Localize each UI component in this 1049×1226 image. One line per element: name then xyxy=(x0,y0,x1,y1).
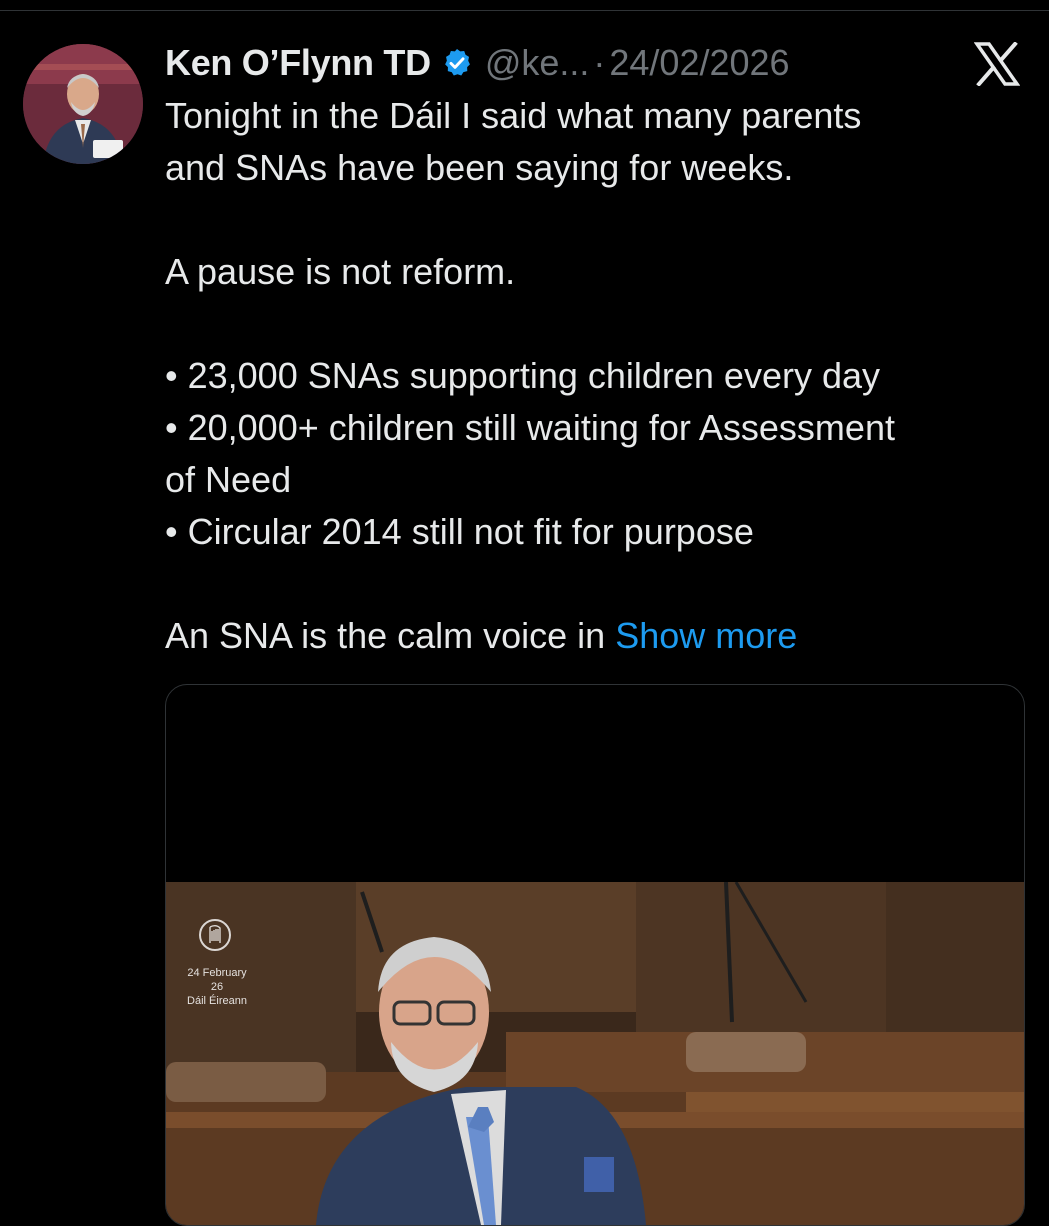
tweet-text-line: and SNAs have been saying for weeks. xyxy=(165,147,794,188)
tweet-body: Tonight in the Dáil I said what many par… xyxy=(165,90,1025,662)
top-divider xyxy=(0,10,1049,11)
video-overlay-source: Dáil Éireann xyxy=(187,995,247,1007)
tweet-text-line: A pause is not reform. xyxy=(165,251,516,292)
author-name[interactable]: Ken O’Flynn TD xyxy=(165,42,431,84)
video-thumbnail[interactable]: 24 February 26 Dáil Éireann xyxy=(166,882,1024,1225)
author-handle[interactable]: @ke... xyxy=(485,42,590,84)
video-overlay-caption: 24 February 26 Dáil Éireann xyxy=(182,966,252,1008)
tweet-header: Ken O’Flynn TD @ke... · 24/02/2026 xyxy=(165,38,790,88)
bullet-item: • 23,000 SNAs supporting children every … xyxy=(165,355,881,396)
media-card[interactable]: 24 February 26 Dáil Éireann xyxy=(165,684,1025,1226)
x-logo-icon xyxy=(974,42,1020,86)
bullet-item: • 20,000+ children still waiting for Ass… xyxy=(165,407,895,448)
tweet-text-line: An SNA is the calm voice in Show more xyxy=(165,610,1025,662)
author-avatar[interactable] xyxy=(23,44,143,164)
harp-emblem-icon xyxy=(199,919,231,951)
video-frame-image xyxy=(166,882,1024,1225)
bullet-item-continuation: of Need xyxy=(165,459,292,500)
tweet-text-line: Tonight in the Dáil I said what many par… xyxy=(165,95,862,136)
truncated-text: An SNA is the calm voice in xyxy=(165,615,616,656)
avatar-photo xyxy=(23,44,143,164)
separator-dot: · xyxy=(593,42,606,83)
video-overlay-date: 24 February 26 xyxy=(187,967,247,993)
bullet-item: • Circular 2014 still not fit for purpos… xyxy=(165,511,754,552)
show-more-link[interactable]: Show more xyxy=(615,615,797,656)
verified-badge-icon xyxy=(444,49,470,76)
tweet-date[interactable]: 24/02/2026 xyxy=(609,42,789,84)
